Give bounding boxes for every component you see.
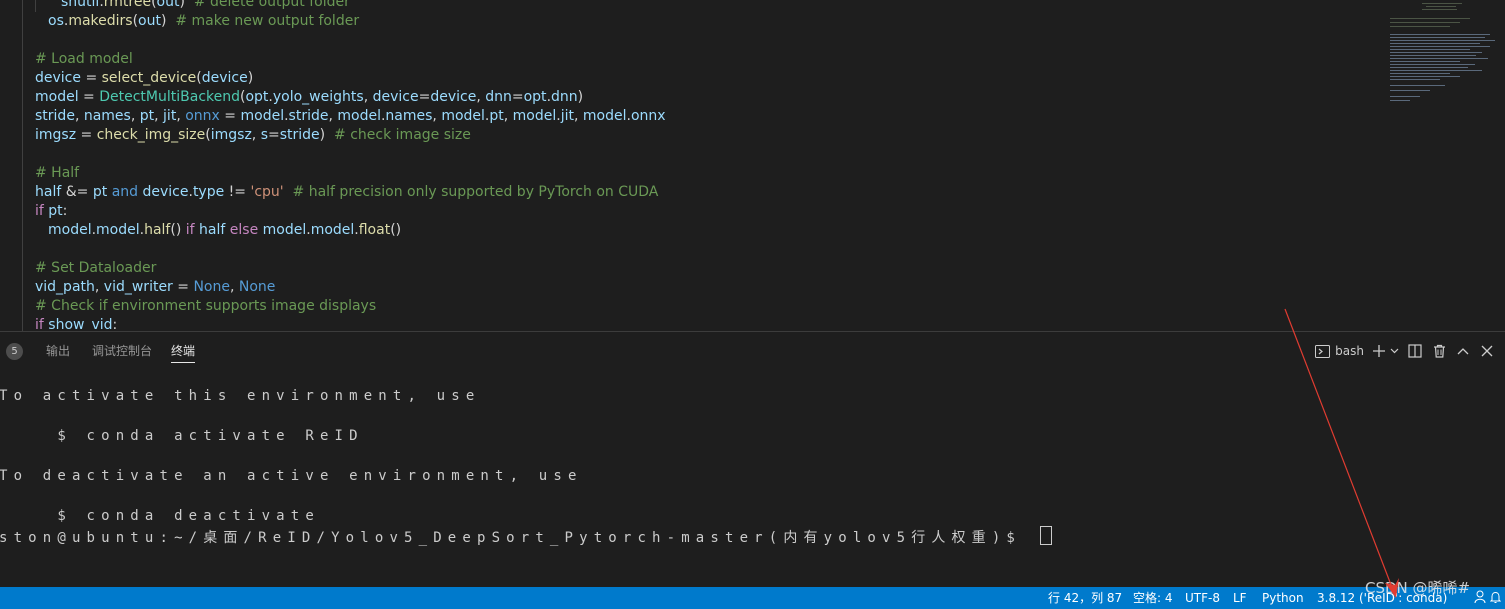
code-line[interactable]: # Check if environment supports image di… [0,297,1385,316]
code-line[interactable]: os.makedirs(out) # make new output folde… [0,12,1385,31]
code-line[interactable]: if pt: [0,202,1385,221]
status-cursor-position[interactable]: 行 42，列 87 [1048,587,1122,609]
tab-output[interactable]: 输出 [46,342,70,359]
account-icon[interactable] [1474,587,1486,609]
tab-debug-console[interactable]: 调试控制台 [92,342,152,359]
status-language[interactable]: Python [1262,587,1304,609]
problems-count-badge[interactable]: 5 [6,343,23,360]
code-line[interactable]: vid_path, vid_writer = None, None [0,278,1385,297]
code-line[interactable]: stride, names, pt, jit, onnx = model.str… [0,107,1385,126]
terminal-actions: bash [1315,341,1495,361]
code-line[interactable]: model.model.half() if half else model.mo… [0,221,1385,240]
shell-label: bash [1335,344,1364,358]
terminal-line: $ conda deactivate [0,508,320,524]
code-line[interactable]: # Half [0,164,1385,183]
terminal-shell-selector[interactable]: bash [1315,342,1364,360]
code-line[interactable]: if show_vid: [0,316,1385,331]
kill-terminal-button[interactable] [1431,342,1447,360]
close-panel-button[interactable] [1479,342,1495,360]
chevron-down-icon [1390,348,1399,354]
status-indentation[interactable]: 空格: 4 [1133,587,1173,609]
terminal-prompt: ston@ubuntu:~/桌面/ReID/Yolov5_DeepSort_Py… [0,530,1036,546]
code-lines[interactable]: shutil.rmtree(out) # delete output folde… [0,0,1385,331]
code-line[interactable]: shutil.rmtree(out) # delete output folde… [0,0,1385,12]
split-terminal-button[interactable] [1407,342,1423,360]
close-icon [1481,345,1493,357]
terminal-prompt-line: ston@ubuntu:~/桌面/ReID/Yolov5_DeepSort_Py… [0,526,1052,546]
code-line[interactable]: model = DetectMultiBackend(opt.yolo_weig… [0,88,1385,107]
code-line[interactable] [0,240,1385,259]
status-eol[interactable]: LF [1233,587,1247,609]
trash-icon [1433,344,1445,358]
plus-icon [1373,345,1385,357]
terminal-cursor [1039,526,1052,545]
notifications-bell-icon[interactable] [1489,587,1502,609]
code-line[interactable] [0,31,1385,50]
terminal-line: To activate this environment, use [0,388,481,404]
code-line[interactable]: device = select_device(device) [0,69,1385,88]
code-line[interactable]: # Load model [0,50,1385,69]
minimap[interactable] [1382,0,1497,110]
chevron-up-icon [1457,348,1469,355]
panel-tab-bar: 5 输出 调试控制台 终端 bash [0,332,1505,366]
tab-terminal[interactable]: 终端 [171,342,196,363]
terminal-line: $ conda activate ReID [0,428,364,444]
code-line[interactable] [0,145,1385,164]
terminal-icon [1315,344,1331,358]
code-line[interactable]: imgsz = check_img_size(imgsz, s=stride) … [0,126,1385,145]
bottom-panel: 5 输出 调试控制台 终端 bash To activate this envi… [0,331,1505,588]
status-encoding[interactable]: UTF-8 [1185,587,1220,609]
code-line[interactable]: half &= pt and device.type != 'cpu' # ha… [0,183,1385,202]
terminal-line: To deactivate an active environment, use [0,468,583,484]
code-line[interactable]: # Set Dataloader [0,259,1385,278]
new-terminal-button[interactable] [1372,342,1399,360]
watermark: CSDN @晞唏# [1365,579,1471,597]
maximize-panel-button[interactable] [1455,342,1471,360]
code-editor[interactable]: shutil.rmtree(out) # delete output folde… [0,0,1505,331]
terminal-output[interactable]: To activate this environment, use $ cond… [0,384,1505,588]
split-icon [1408,344,1422,358]
status-bar: 行 42，列 87 空格: 4 UTF-8 LF Python 3.8.12 (… [0,587,1505,609]
